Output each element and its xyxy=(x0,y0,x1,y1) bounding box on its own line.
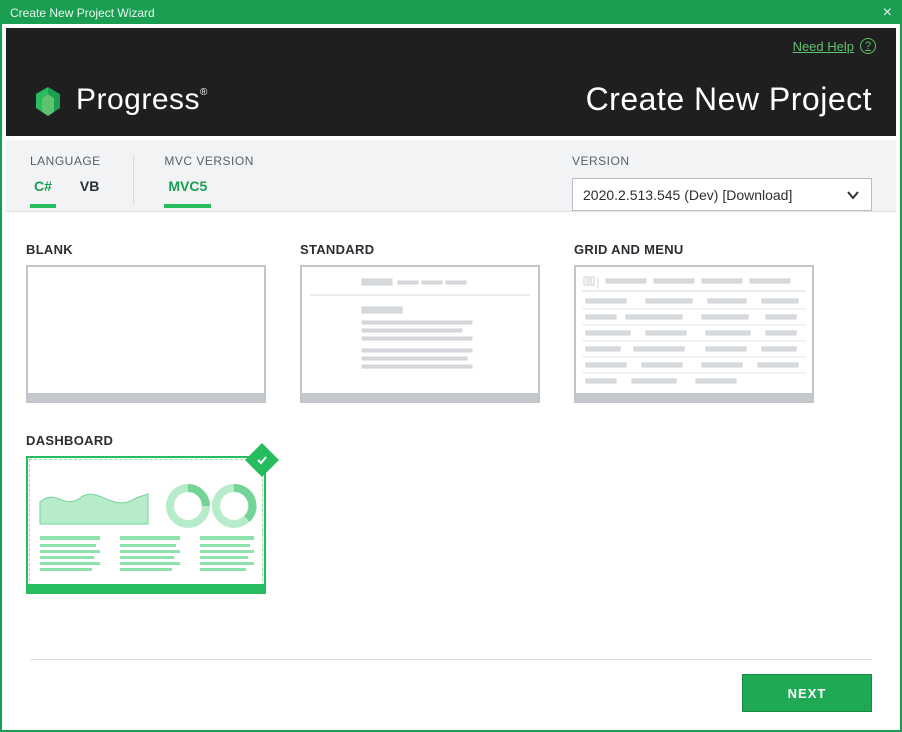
need-help-link[interactable]: Need Help ? xyxy=(793,38,876,54)
template-label: BLANK xyxy=(26,242,266,257)
version-selected-value: 2020.2.513.545 (Dev) [Download] xyxy=(583,187,792,203)
progress-logo-icon xyxy=(30,82,66,118)
tab-mvc5[interactable]: MVC5 xyxy=(164,178,211,208)
templates-area: BLANK STANDARD xyxy=(2,212,900,604)
divider xyxy=(133,155,134,205)
window-title: Create New Project Wizard xyxy=(10,6,155,20)
need-help-label: Need Help xyxy=(793,39,854,54)
template-card[interactable] xyxy=(26,265,266,403)
template-card[interactable] xyxy=(26,456,266,594)
page-title: Create New Project xyxy=(586,81,872,118)
version-label: VERSION xyxy=(572,154,872,168)
version-dropdown[interactable]: 2020.2.513.545 (Dev) [Download] xyxy=(572,178,872,211)
brand-logo: Progress® xyxy=(30,82,208,118)
close-icon[interactable]: × xyxy=(883,5,892,21)
options-bar: LANGUAGE C# VB MVC VERSION MVC5 VERSION … xyxy=(6,140,896,212)
chevron-down-icon xyxy=(845,187,861,203)
template-label: GRID AND MENU xyxy=(574,242,814,257)
wizard-footer: NEXT xyxy=(30,659,872,712)
help-icon: ? xyxy=(860,38,876,54)
thumbnail-icon xyxy=(302,267,538,395)
thumbnail-icon xyxy=(28,458,264,586)
template-grid-and-menu[interactable]: GRID AND MENU xyxy=(574,242,814,403)
brand-name: Progress® xyxy=(76,83,208,117)
thumbnail-icon xyxy=(576,267,812,395)
tab-language-vb[interactable]: VB xyxy=(76,178,103,208)
template-dashboard[interactable]: DASHBOARD xyxy=(26,433,266,594)
template-standard[interactable]: STANDARD xyxy=(300,242,540,403)
window-titlebar: Create New Project Wizard × xyxy=(2,2,900,24)
version-group: VERSION 2020.2.513.545 (Dev) [Download] xyxy=(572,154,872,211)
template-card[interactable] xyxy=(300,265,540,403)
template-card[interactable] xyxy=(574,265,814,403)
mvc-label: MVC VERSION xyxy=(164,154,254,168)
template-label: DASHBOARD xyxy=(26,433,266,448)
mvc-group: MVC VERSION MVC5 xyxy=(164,154,254,211)
tab-language-csharp[interactable]: C# xyxy=(30,178,56,208)
language-label: LANGUAGE xyxy=(30,154,103,168)
header: Need Help ? Progress® Create New Project xyxy=(6,28,896,136)
next-button[interactable]: NEXT xyxy=(742,674,872,712)
language-group: LANGUAGE C# VB xyxy=(30,154,103,211)
template-blank[interactable]: BLANK xyxy=(26,242,266,403)
template-label: STANDARD xyxy=(300,242,540,257)
